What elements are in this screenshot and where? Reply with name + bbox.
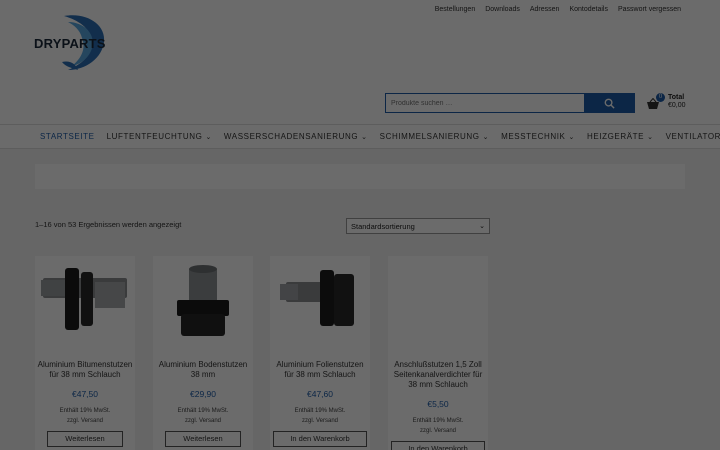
chevron-down-icon: ⌄: [205, 133, 212, 141]
link-passwort-vergessen[interactable]: Passwort vergessen: [618, 6, 681, 13]
product-price: €5,50: [427, 399, 449, 409]
nav-item-label: Startseite: [40, 132, 95, 141]
add-to-cart-button[interactable]: In den Warenkorb: [273, 431, 367, 447]
search-button[interactable]: [584, 94, 634, 112]
breadcrumb: [35, 164, 685, 189]
product-tax-info: Enthält 19% MwSt. zzgl. Versand: [35, 406, 135, 426]
link-adressen[interactable]: Adressen: [530, 6, 560, 13]
chevron-down-icon: ⌄: [482, 133, 490, 141]
tax-note: Enthält 19% MwSt.: [177, 408, 229, 414]
product-card[interactable]: Aluminium Bitumenstutzen für 38 mm Schla…: [35, 256, 135, 450]
link-kontodetails[interactable]: Kontodetails: [569, 6, 608, 13]
nav-item-label: Heizgeräte: [586, 132, 645, 141]
sort-selected-value: Standardsortierung: [351, 221, 415, 231]
chevron-down-icon: ⌄: [568, 133, 575, 141]
link-bestellungen[interactable]: Bestellungen: [435, 6, 475, 13]
product-image[interactable]: [35, 256, 135, 351]
site-header: Bestellungen Downloads Adressen Kontodet…: [0, 0, 720, 124]
link-downloads[interactable]: Downloads: [485, 6, 520, 13]
cart-total-value: €0,00: [668, 102, 686, 109]
product-image[interactable]: [153, 256, 253, 351]
read-more-button[interactable]: Weiterlesen: [165, 431, 241, 447]
product-title[interactable]: Aluminium Bitumenstutzen für 38 mm Schla…: [35, 360, 135, 380]
product-price: €47,60: [307, 389, 333, 399]
product-image[interactable]: [388, 256, 488, 351]
product-title[interactable]: Aluminium Bodenstutzen 38 mm: [153, 360, 253, 380]
search-icon: [604, 98, 615, 109]
sort-select[interactable]: Standardsortierung ⌄: [346, 218, 490, 234]
result-count: 1–16 von 53 Ergebnissen werden angezeigt: [35, 220, 182, 229]
nav-item-label: Wasserschadensanierung: [223, 132, 359, 141]
chevron-down-icon: ⌄: [647, 133, 654, 141]
product-tax-info: Enthält 19% MwSt. zzgl. Versand: [388, 416, 488, 436]
read-more-button[interactable]: Weiterlesen: [47, 431, 123, 447]
product-price: €29,90: [190, 389, 216, 399]
cart-total-label: Total: [668, 94, 685, 101]
product-title[interactable]: Aluminium Folienstutzen für 38 mm Schlau…: [270, 360, 370, 380]
product-title[interactable]: Anschlußstutzen 1,5 Zoll Seitenkanalverd…: [388, 360, 488, 390]
nav-item-heizgeraete[interactable]: Heizgeräte ⌄: [587, 132, 654, 141]
product-price: €47,50: [72, 389, 98, 399]
nav-item-luftentfeuchtung[interactable]: Luftentfeuchtung ⌄: [107, 132, 212, 141]
shipping-link[interactable]: zzgl. Versand: [388, 426, 488, 436]
nav-item-wasserschadensanierung[interactable]: Wasserschadensanierung ⌄: [224, 132, 368, 141]
shipping-link[interactable]: zzgl. Versand: [153, 416, 253, 426]
mini-cart[interactable]: 0 Total €0,00: [646, 93, 706, 115]
product-search: [385, 93, 635, 113]
chevron-down-icon: ⌄: [361, 133, 368, 141]
product-card[interactable]: Aluminium Bodenstutzen 38 mm €29,90 Enth…: [153, 256, 253, 450]
tax-note: Enthält 19% MwSt.: [59, 408, 111, 414]
nav-item-label: Luftentfeuchtung: [106, 132, 203, 141]
product-tax-info: Enthält 19% MwSt. zzgl. Versand: [153, 406, 253, 426]
nav-item-ventilatoren[interactable]: Ventilatoren ⌄: [666, 132, 720, 141]
nav-item-startseite[interactable]: Startseite: [40, 132, 95, 141]
nav-item-messtechnik[interactable]: Messtechnik ⌄: [501, 132, 575, 141]
product-grid: Aluminium Bitumenstutzen für 38 mm Schla…: [35, 256, 495, 450]
product-card[interactable]: Anschlußstutzen 1,5 Zoll Seitenkanalverd…: [388, 256, 488, 450]
account-links: Bestellungen Downloads Adressen Kontodet…: [435, 6, 681, 13]
chevron-down-icon: ⌄: [479, 223, 485, 230]
shipping-link[interactable]: zzgl. Versand: [35, 416, 135, 426]
product-tax-info: Enthält 19% MwSt. zzgl. Versand: [270, 406, 370, 426]
search-input[interactable]: [386, 94, 584, 112]
main-navigation: Startseite Luftentfeuchtung ⌄ Wasserscha…: [0, 124, 720, 149]
site-logo[interactable]: DRYPARTS: [34, 12, 114, 74]
nav-item-schimmelsanierung[interactable]: Schimmelsanierung ⌄: [380, 132, 489, 141]
tax-note: Enthält 19% MwSt.: [294, 408, 346, 414]
product-image[interactable]: [270, 256, 370, 351]
add-to-cart-button[interactable]: In den Warenkorb: [391, 441, 485, 450]
cart-count-badge: 0: [656, 93, 665, 102]
product-card[interactable]: Aluminium Folienstutzen für 38 mm Schlau…: [270, 256, 370, 450]
nav-item-label: Messtechnik: [501, 132, 566, 141]
tax-note: Enthält 19% MwSt.: [412, 418, 464, 424]
nav-item-label: Ventilatoren: [665, 132, 720, 141]
logo-text: DRYPARTS: [34, 36, 106, 51]
nav-item-label: Schimmelsanierung: [379, 132, 480, 141]
shipping-link[interactable]: zzgl. Versand: [270, 416, 370, 426]
